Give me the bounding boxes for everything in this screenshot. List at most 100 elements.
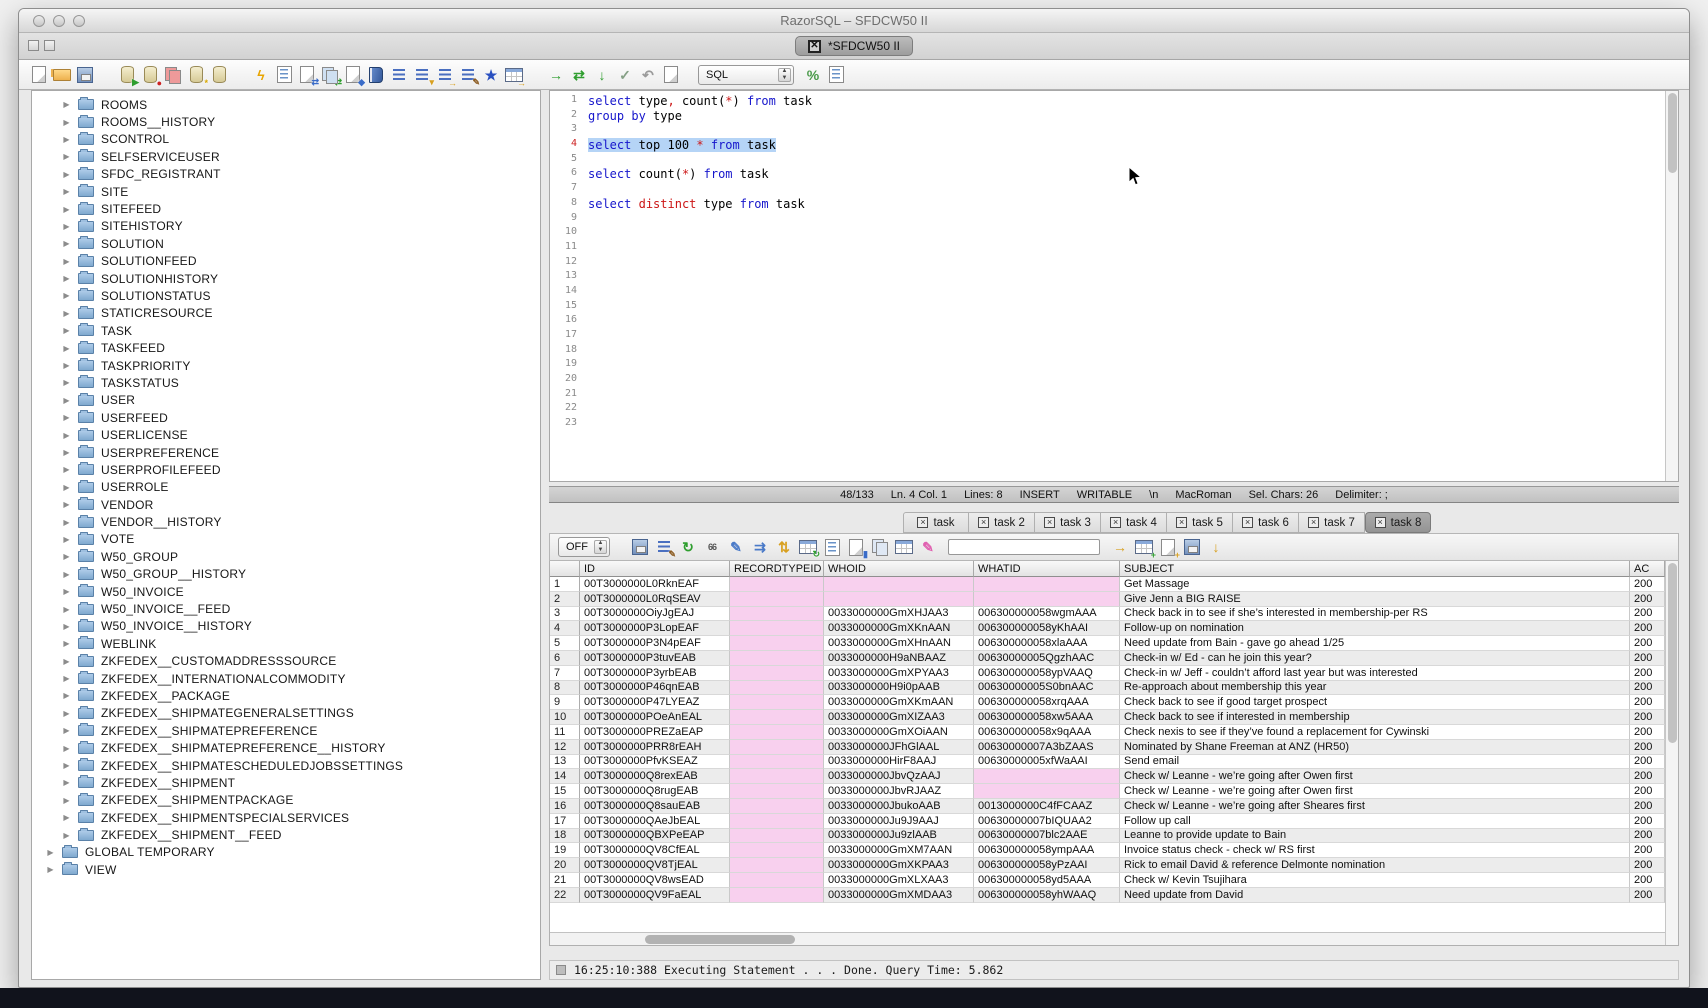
edit-pencil-icon[interactable]: ✎ — [726, 537, 746, 557]
grid-cell[interactable]: 006300000058yd5AAA — [974, 873, 1120, 888]
disclosure-triangle-icon[interactable]: ▶ — [62, 152, 71, 161]
table-row[interactable]: 1100T3000000PREZaEAP0033000000GmXOiAAN00… — [550, 725, 1665, 740]
code-line[interactable]: group by type — [588, 109, 1665, 124]
disclosure-triangle-icon[interactable]: ▶ — [62, 500, 71, 509]
grid-cell[interactable]: 200 — [1630, 769, 1665, 784]
disclosure-triangle-icon[interactable]: ▶ — [62, 326, 71, 335]
tree-item[interactable]: ▶SELFSERVICEUSER — [32, 148, 540, 165]
reexecute-icon[interactable]: ⇄ — [569, 65, 589, 85]
grid-cell[interactable]: 00T3000000QAeJbEAL — [580, 814, 730, 829]
database-icon[interactable] — [209, 65, 229, 85]
code-line[interactable] — [588, 314, 1665, 329]
grid-cell[interactable]: 0033000000Ju9J9AAJ — [824, 814, 974, 829]
tab-close-icon[interactable]: × — [1176, 517, 1187, 528]
grid-cell[interactable]: 00630000007A3bZAAS — [974, 740, 1120, 755]
result-tab-task-5[interactable]: ×task 5 — [1167, 512, 1233, 533]
grid-cell[interactable] — [730, 829, 824, 844]
grid-cell[interactable]: 200 — [1630, 592, 1665, 607]
grid-cell[interactable]: 00T3000000Q8rexEAB — [580, 769, 730, 784]
help-book-icon[interactable] — [366, 65, 386, 85]
grid-hscroll-thumb[interactable] — [645, 935, 795, 944]
row-number-cell[interactable]: 3 — [550, 607, 580, 622]
table-row[interactable]: 1800T3000000QBXPeEAP0033000000Ju9zlAAB00… — [550, 829, 1665, 844]
disclosure-triangle-icon[interactable]: ▶ — [62, 118, 71, 127]
select-columns-icon[interactable] — [822, 537, 842, 557]
grid-cell[interactable]: Rick to email David & reference Delmonte… — [1120, 858, 1630, 873]
grid-cell[interactable]: 200 — [1630, 607, 1665, 622]
grid-cell[interactable]: 0033000000JbukoAAB — [824, 799, 974, 814]
column-tree-icon[interactable]: ⇉ — [750, 537, 770, 557]
fetch-more-icon[interactable]: ↓ — [592, 65, 612, 85]
grid-horizontal-scrollbar[interactable] — [550, 932, 1665, 945]
commit-icon[interactable]: ✓ — [615, 65, 635, 85]
tree-item[interactable]: ▶ZKFEDEX__SHIPMENTPACKAGE — [32, 792, 540, 809]
grid-cell[interactable] — [730, 769, 824, 784]
refresh-pages-icon[interactable]: ⇄ — [320, 65, 340, 85]
grid-cell[interactable]: Send email — [1120, 755, 1630, 770]
connect-icon[interactable]: ▶ — [117, 65, 137, 85]
grid-cell[interactable]: 0033000000JFhGlAAL — [824, 740, 974, 755]
grid-cell[interactable]: 00T3000000QV8TjEAL — [580, 858, 730, 873]
execute-sql-icon[interactable]: ϟ — [251, 65, 271, 85]
grid-cell[interactable] — [730, 843, 824, 858]
grid-cell[interactable]: 00T3000000P47LYEAZ — [580, 695, 730, 710]
table-row[interactable]: 200T3000000L0RqSEAVGive Jenn a BIG RAISE… — [550, 592, 1665, 607]
grid-cell[interactable]: 0033000000GmXHJAA3 — [824, 607, 974, 622]
result-tab-task-4[interactable]: ×task 4 — [1101, 512, 1167, 533]
result-tab-task-7[interactable]: ×task 7 — [1299, 512, 1365, 533]
disclosure-triangle-icon[interactable]: ▶ — [62, 657, 71, 666]
tree-item[interactable]: ▶TASKSTATUS — [32, 374, 540, 391]
disclosure-triangle-icon[interactable]: ▶ — [62, 813, 71, 822]
code-line[interactable] — [588, 123, 1665, 138]
table-row[interactable]: 800T3000000P46qnEAB0033000000H9i0pAAB006… — [550, 681, 1665, 696]
grid-cell[interactable]: 200 — [1630, 829, 1665, 844]
export-table-icon[interactable]: → — [504, 65, 524, 85]
table-row[interactable]: 1000T3000000POeAnEAL0033000000GmXIZAA300… — [550, 710, 1665, 725]
grid-cell[interactable]: 0033000000Ju9zlAAB — [824, 829, 974, 844]
disclosure-triangle-icon[interactable]: ▶ — [62, 291, 71, 300]
grid-cell[interactable]: Get Massage — [1120, 577, 1630, 592]
grid-cell[interactable]: Check w/ Leanne - we’re going after Owen… — [1120, 784, 1630, 799]
grid-cell[interactable]: Re-approach about membership this year — [1120, 681, 1630, 696]
grid-cell[interactable]: 0033000000GmXKnAAN — [824, 621, 974, 636]
disclosure-triangle-icon[interactable]: ▶ — [62, 135, 71, 144]
stop-square-icon[interactable] — [556, 965, 566, 975]
grid-cell[interactable] — [730, 621, 824, 636]
row-number-header[interactable] — [550, 561, 580, 577]
grid-cell[interactable]: 0033000000GmXMDAA3 — [824, 888, 974, 903]
disclosure-triangle-icon[interactable]: ▶ — [62, 344, 71, 353]
column-header-subject[interactable]: SUBJECT — [1120, 561, 1630, 577]
tree-item[interactable]: ▶VIEW — [32, 861, 540, 878]
tree-item[interactable]: ▶W50_GROUP__HISTORY — [32, 566, 540, 583]
grid-cell[interactable] — [974, 592, 1120, 607]
editor-vertical-scrollbar[interactable] — [1665, 91, 1678, 481]
grid-cell[interactable]: 200 — [1630, 725, 1665, 740]
grid-cell[interactable]: 00T3000000QV8CfEAL — [580, 843, 730, 858]
table-row[interactable]: 2000T3000000QV8TjEAL0033000000GmXKPAA300… — [550, 858, 1665, 873]
table-row[interactable]: 1500T3000000Q8rugEAB0033000000JbvRJAAZCh… — [550, 784, 1665, 799]
disclosure-triangle-icon[interactable]: ▶ — [62, 535, 71, 544]
table-row[interactable]: 1900T3000000QV8CfEAL0033000000GmXM7AAN00… — [550, 843, 1665, 858]
tree-item[interactable]: ▶ZKFEDEX__SHIPMATEPREFERENCE__HISTORY — [32, 739, 540, 756]
tree-item[interactable]: ▶SOLUTIONFEED — [32, 253, 540, 270]
row-number-cell[interactable]: 7 — [550, 666, 580, 681]
disclosure-triangle-icon[interactable]: ▶ — [62, 709, 71, 718]
tree-item[interactable]: ▶SITE — [32, 183, 540, 200]
disclosure-triangle-icon[interactable]: ▶ — [62, 726, 71, 735]
table-row[interactable]: 1300T3000000PfvKSEAZ0033000000HirF8AAJ00… — [550, 755, 1665, 770]
disclosure-triangle-icon[interactable]: ▶ — [62, 222, 71, 231]
tree-item[interactable]: ▶GLOBAL TEMPORARY — [32, 844, 540, 861]
table-row[interactable]: 1700T3000000QAeJbEAL0033000000Ju9J9AAJ00… — [550, 814, 1665, 829]
grid-cell[interactable]: 00T3000000PREZaEAP — [580, 725, 730, 740]
close-window-icon[interactable] — [33, 15, 45, 27]
tree-item[interactable]: ▶TASKFEED — [32, 339, 540, 356]
grid-cell[interactable]: 00T3000000L0RqSEAV — [580, 592, 730, 607]
disclosure-triangle-icon[interactable]: ▶ — [62, 413, 71, 422]
grid-cell[interactable] — [730, 784, 824, 799]
tree-item[interactable]: ▶ZKFEDEX__SHIPMENT__FEED — [32, 826, 540, 843]
grid-cell[interactable]: 200 — [1630, 858, 1665, 873]
grid-cell[interactable]: Nominated by Shane Freeman at ANZ (HR50) — [1120, 740, 1630, 755]
disclosure-triangle-icon[interactable]: ▶ — [62, 448, 71, 457]
grid-cell[interactable]: Need update from David — [1120, 888, 1630, 903]
code-line[interactable]: select type, count(*) from task — [588, 94, 1665, 109]
